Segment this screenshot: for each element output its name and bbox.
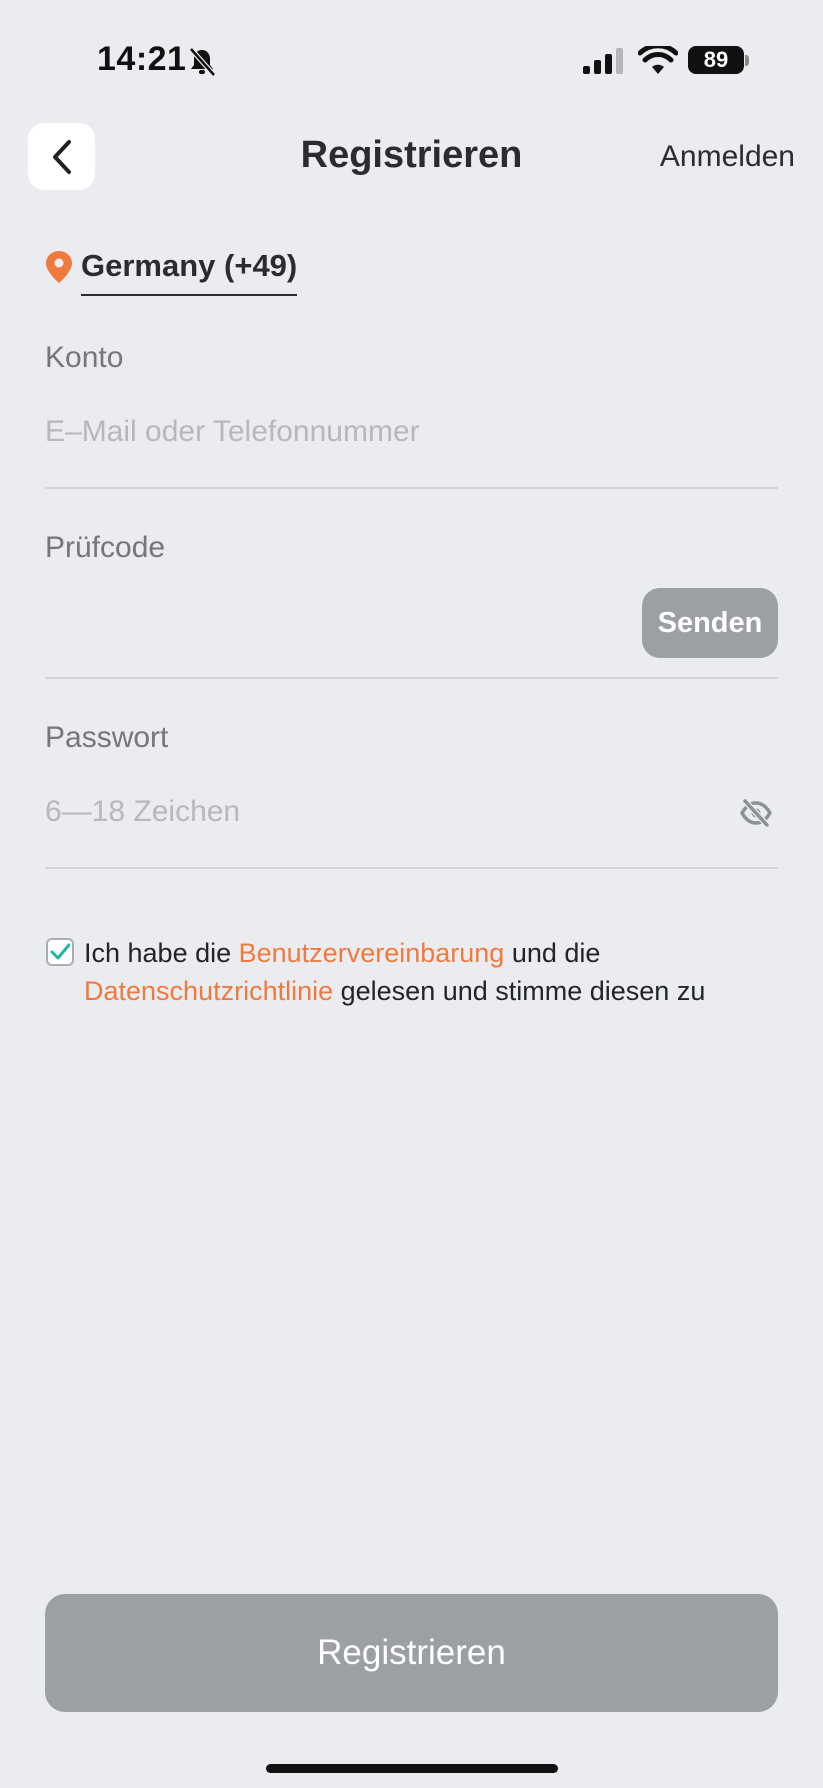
code-input[interactable] — [45, 600, 625, 644]
login-link[interactable]: Anmelden — [660, 140, 795, 174]
account-input[interactable] — [45, 410, 725, 454]
account-divider — [45, 487, 778, 489]
status-bar: 14:21 89 — [0, 0, 823, 120]
country-selector[interactable]: Germany (+49) — [45, 248, 298, 296]
password-divider — [45, 867, 778, 869]
agreement-checkbox[interactable] — [46, 938, 74, 966]
account-label: Konto — [45, 341, 124, 374]
agreement-text-3: gelesen und stimme diesen zu — [333, 976, 706, 1006]
battery-icon: 89 — [688, 46, 744, 74]
send-code-button[interactable]: Senden — [642, 588, 778, 658]
signal-icon — [583, 48, 623, 74]
password-label: Passwort — [45, 721, 169, 754]
privacy-policy-link[interactable]: Datenschutzrichtlinie — [84, 976, 333, 1006]
country-label: Germany (+49) — [81, 248, 298, 296]
bell-off-icon — [189, 47, 216, 77]
agreement-text-1: Ich habe die — [84, 938, 239, 968]
wifi-icon — [638, 46, 678, 74]
battery-tip — [745, 55, 749, 66]
code-divider — [45, 677, 778, 679]
code-label: Prüfcode — [45, 531, 166, 564]
password-input[interactable] — [45, 790, 705, 834]
location-pin-icon — [46, 251, 72, 283]
agreement-text: Ich habe die Benutzervereinbarung und di… — [84, 934, 784, 1010]
user-agreement-link[interactable]: Benutzervereinbarung — [239, 938, 505, 968]
checkmark-icon — [50, 943, 70, 960]
status-time: 14:21 — [97, 40, 187, 78]
register-button[interactable]: Registrieren — [45, 1594, 778, 1712]
agreement-text-2: und die — [504, 938, 601, 968]
eye-off-icon[interactable] — [740, 797, 772, 829]
home-indicator — [266, 1764, 558, 1773]
